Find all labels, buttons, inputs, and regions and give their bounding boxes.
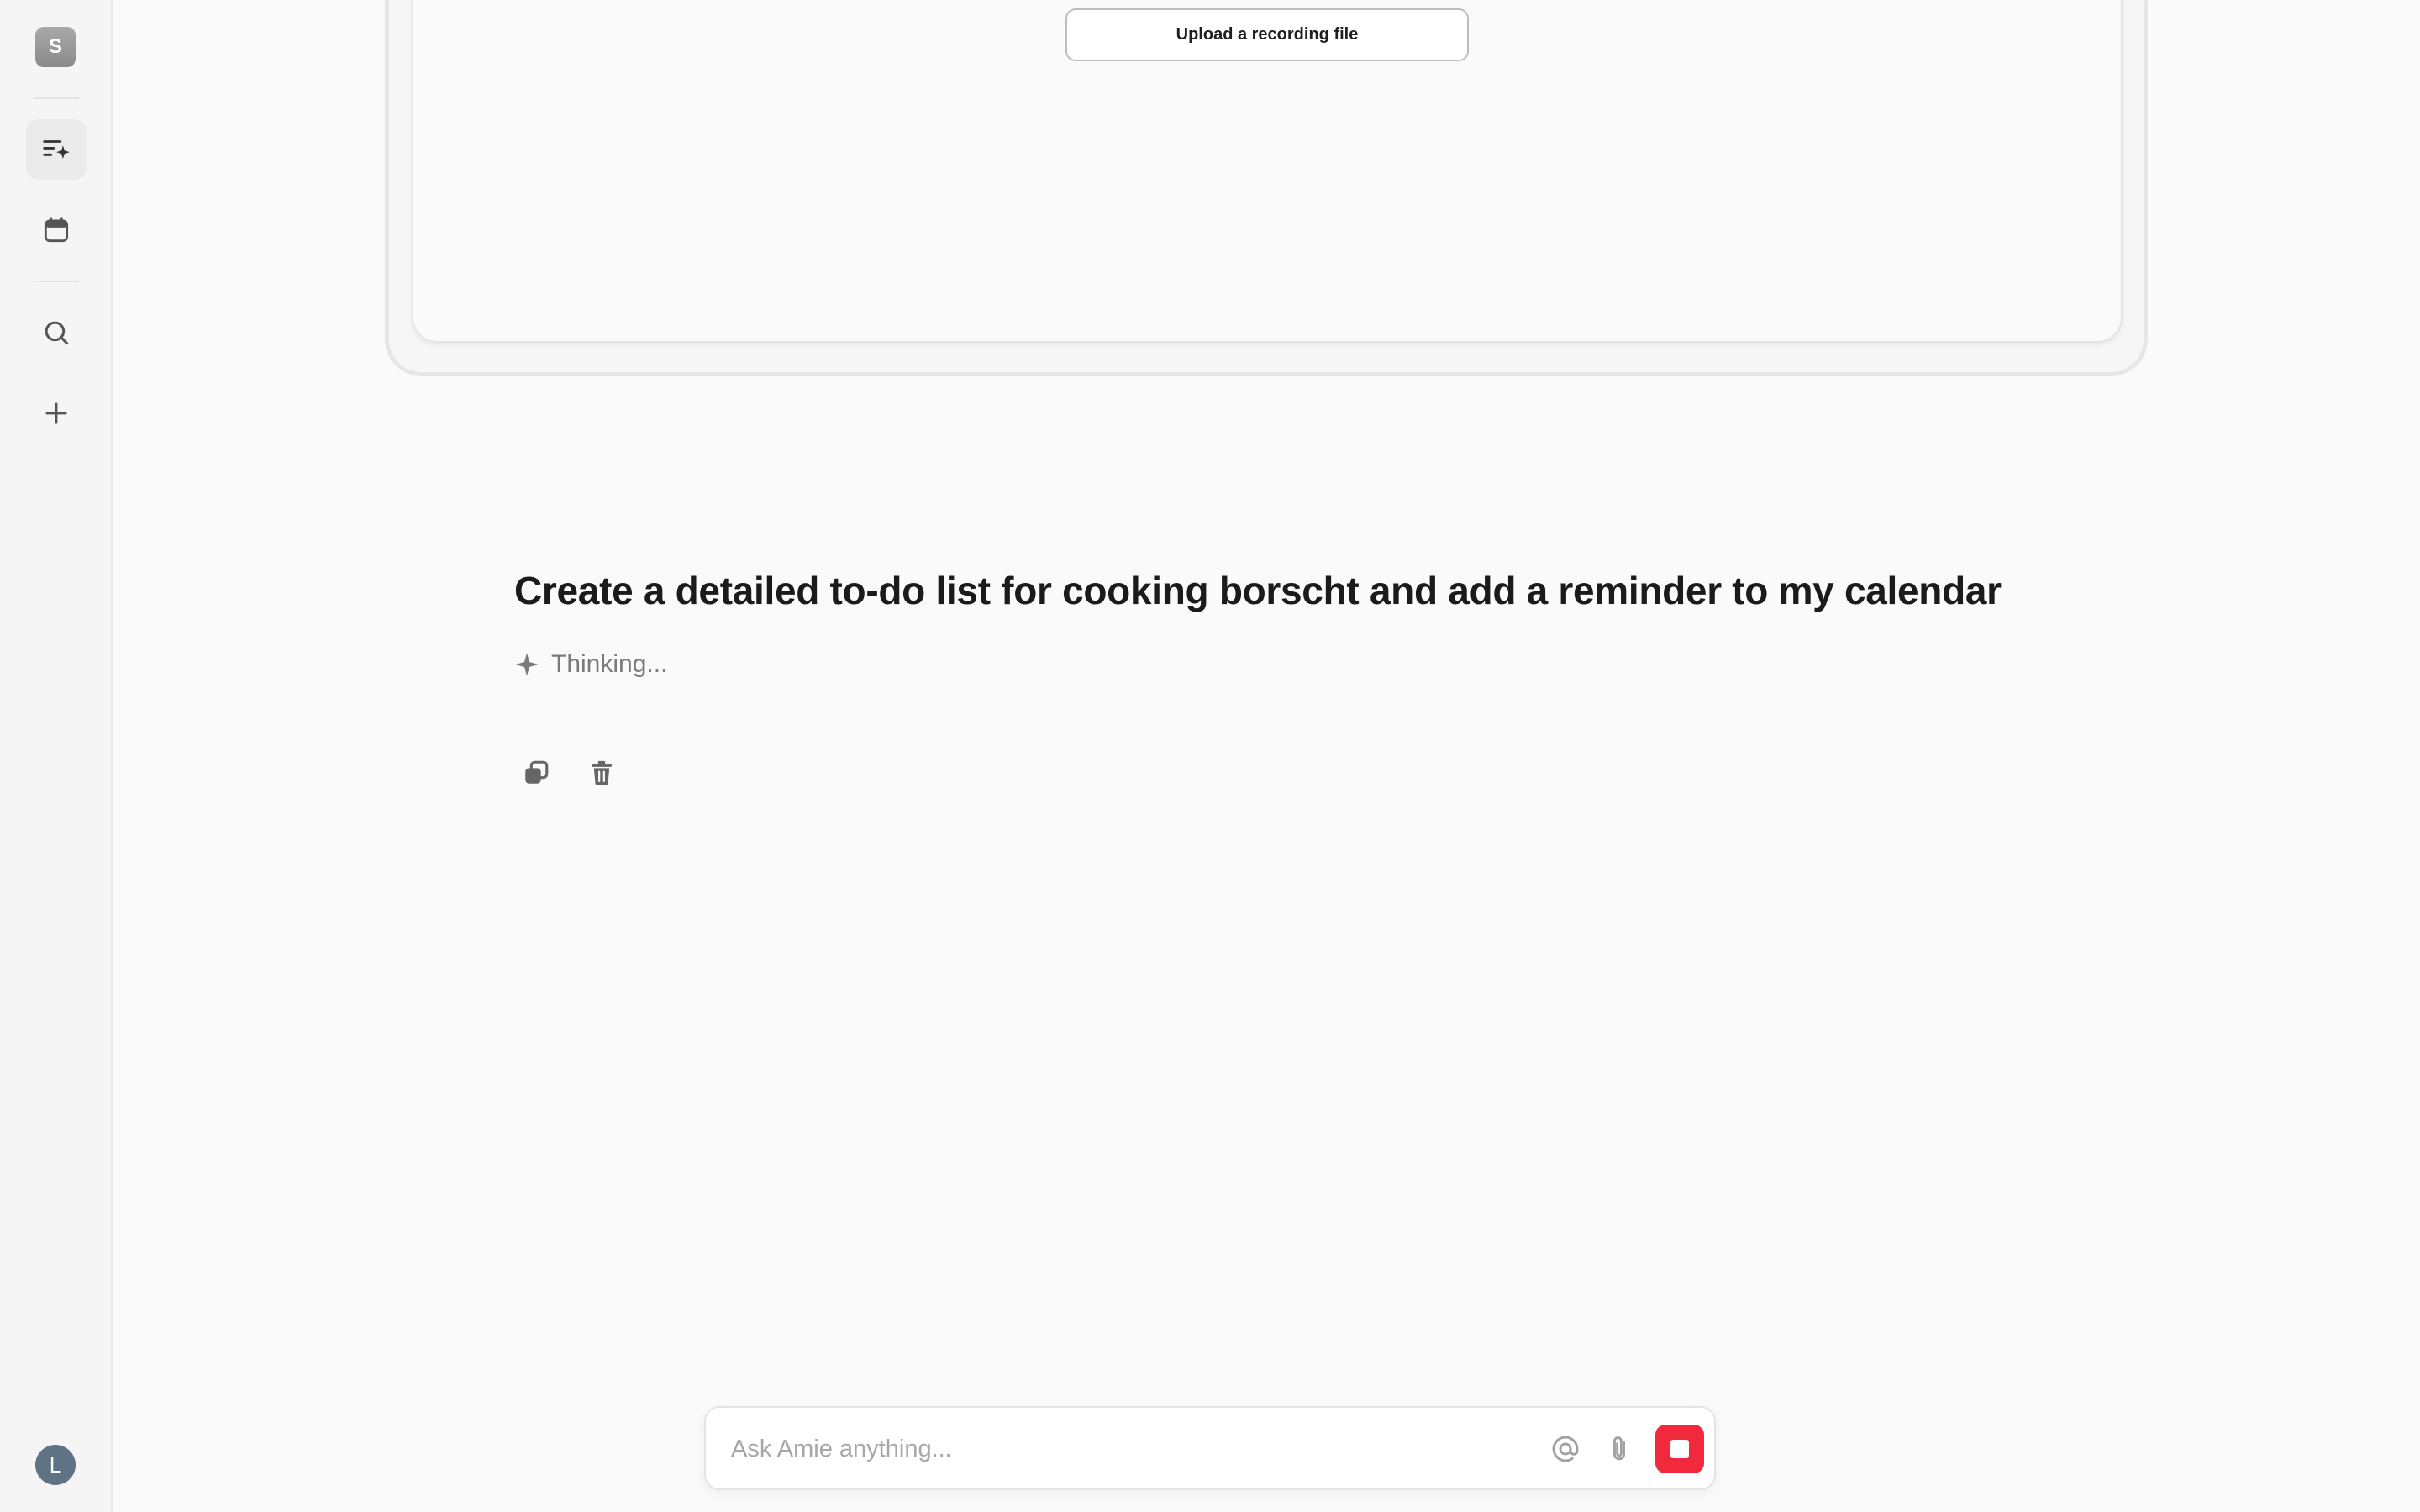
mention-button[interactable] <box>1548 1431 1583 1467</box>
user-prompt: Create a detailed to-do list for cooking… <box>514 569 2002 612</box>
sidebar-item-calendar[interactable] <box>26 200 87 260</box>
search-icon <box>45 321 69 345</box>
copy-icon <box>525 760 549 784</box>
ask-bar <box>704 1406 1716 1490</box>
sidebar: S L <box>0 0 113 1512</box>
workspace-badge[interactable]: S <box>35 27 76 67</box>
sidebar-item-search[interactable] <box>26 302 87 363</box>
sidebar-item-new[interactable] <box>26 383 87 444</box>
ask-input[interactable] <box>729 1426 1539 1472</box>
upload-recording-button[interactable]: Upload a recording file <box>1065 8 1469 61</box>
sparkle-list-icon <box>43 140 70 160</box>
at-sign-icon <box>1552 1436 1579 1462</box>
thinking-label: Thinking... <box>551 650 668 678</box>
sparkle-icon <box>515 653 539 676</box>
stop-button[interactable] <box>1655 1425 1704 1473</box>
attach-button[interactable] <box>1602 1431 1637 1467</box>
thinking-status: Thinking... <box>514 650 667 679</box>
delete-button[interactable] <box>585 756 618 790</box>
plus-icon <box>45 402 67 424</box>
calendar-icon <box>44 217 69 243</box>
sidebar-item-ai-tasks[interactable] <box>26 119 87 180</box>
sidebar-divider <box>34 281 79 282</box>
trash-icon <box>591 760 613 785</box>
app-window: S L Upload a recording file Create a det… <box>0 0 2420 1512</box>
paperclip-icon <box>1613 1436 1625 1461</box>
message-actions <box>519 756 618 790</box>
sidebar-divider <box>34 97 79 99</box>
user-avatar[interactable]: L <box>35 1445 76 1485</box>
stop-icon <box>1670 1440 1689 1458</box>
copy-button[interactable] <box>519 756 553 790</box>
